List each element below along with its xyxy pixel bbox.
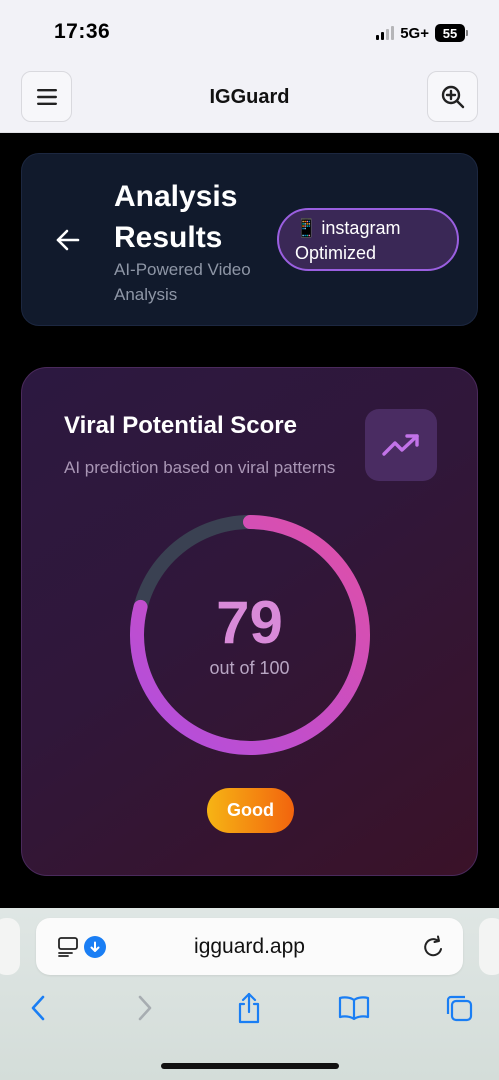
- tabs-button[interactable]: [443, 992, 475, 1024]
- score-caption: out of 100: [209, 658, 290, 678]
- analysis-results-card: Analysis Results AI-Powered Video Analys…: [21, 153, 478, 326]
- bookmarks-button[interactable]: [338, 992, 370, 1024]
- viral-score-card: Viral Potential Score AI prediction base…: [21, 367, 478, 876]
- browser-chrome: igguard.app: [0, 908, 499, 1080]
- status-time: 17:36: [54, 20, 111, 43]
- status-indicators: 5G+ 55: [376, 24, 468, 42]
- next-tab-preview[interactable]: [479, 918, 499, 975]
- share-icon: [238, 992, 260, 1024]
- chevron-left-icon: [31, 995, 45, 1021]
- score-subtitle: AI prediction based on viral patterns: [64, 458, 336, 477]
- book-icon: [338, 996, 370, 1021]
- signal-strength-icon: [376, 26, 395, 40]
- reload-icon[interactable]: [423, 935, 445, 959]
- browser-toolbar: [0, 986, 499, 1030]
- status-bar: 17:36 5G+ 55: [0, 0, 499, 62]
- zoom-button[interactable]: [427, 71, 478, 122]
- home-indicator: [161, 1063, 339, 1069]
- network-type: 5G+: [400, 24, 429, 42]
- previous-tab-preview[interactable]: [0, 918, 20, 975]
- tabs-icon: [446, 995, 473, 1022]
- results-title: Analysis Results: [114, 180, 238, 254]
- phone-icon: 📱: [295, 218, 318, 238]
- app-title: IGGuard: [209, 86, 290, 108]
- battery-icon: 55: [435, 24, 468, 42]
- zoom-in-icon: [441, 85, 464, 108]
- platform-badge: 📱 instagram Optimized: [277, 208, 459, 271]
- trending-up-icon-box: [365, 409, 437, 481]
- score-title: Viral Potential Score: [64, 412, 297, 439]
- score-value: 79: [216, 589, 283, 656]
- back-arrow-icon[interactable]: [54, 226, 82, 254]
- share-button[interactable]: [233, 992, 265, 1024]
- chevron-right-icon: [138, 995, 152, 1021]
- forward-button[interactable]: [129, 992, 161, 1024]
- app-header: IGGuard: [0, 62, 499, 133]
- back-button[interactable]: [22, 992, 54, 1024]
- main-content: Analysis Results AI-Powered Video Analys…: [0, 133, 499, 908]
- address-bar[interactable]: igguard.app: [36, 918, 463, 975]
- results-subtitle: AI-Powered Video Analysis: [114, 260, 251, 304]
- url-text[interactable]: igguard.app: [36, 935, 463, 959]
- trending-up-icon: [382, 434, 419, 456]
- rating-badge: Good: [207, 788, 294, 833]
